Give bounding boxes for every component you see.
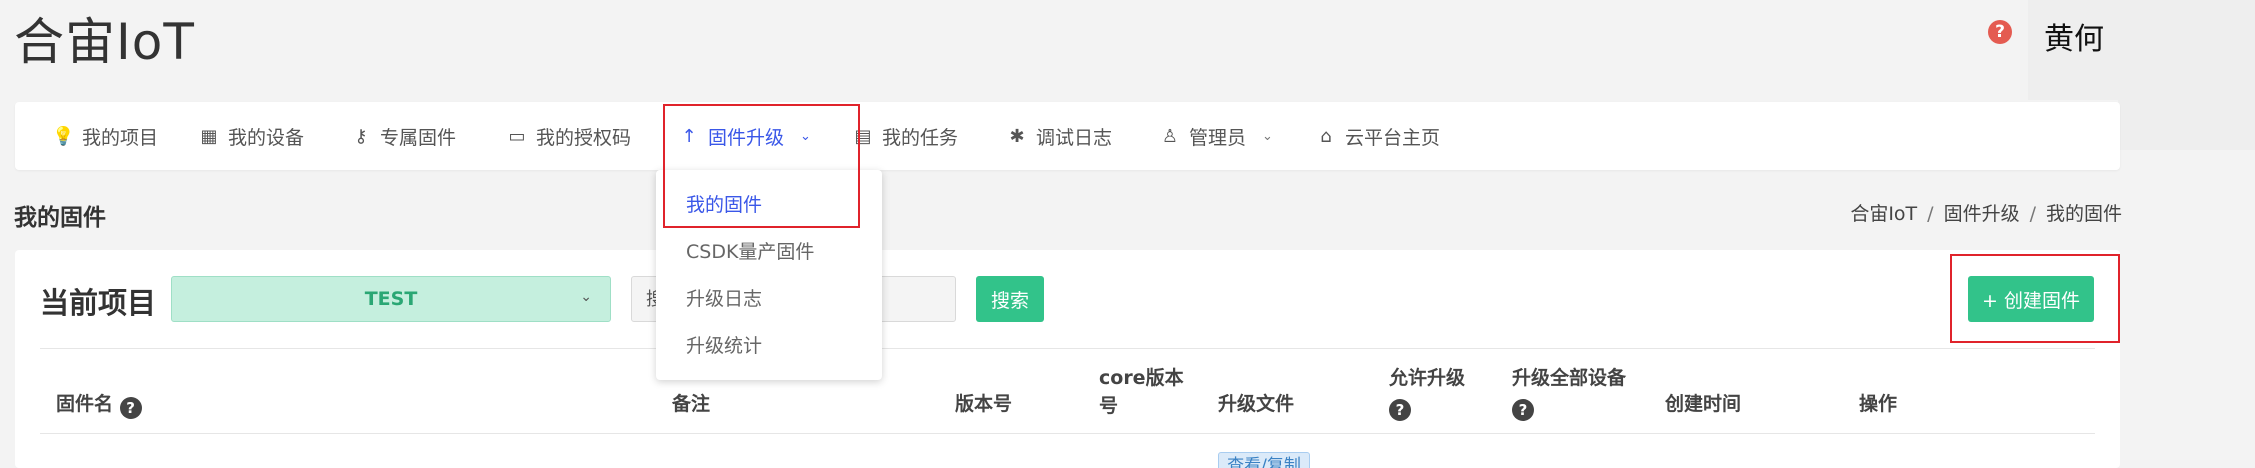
id-card-icon: ▭ [508,125,526,147]
breadcrumb-item-current: 我的固件 [2045,203,2122,225]
header-band [2118,0,2255,150]
nav-item-projects[interactable]: 💡 我的项目 [52,102,158,170]
col-header-version: 版本号 [955,393,1013,415]
breadcrumb-separator: / [1927,203,1934,225]
view-copy-button[interactable]: 查看/复制 [1218,452,1310,468]
dropdown-item-upgrade-stats[interactable]: 升级统计 [686,331,762,358]
key-icon: ⚷ [354,125,368,147]
user-icon: ♙ [1161,125,1179,147]
nav-item-label: 专属固件 [380,126,457,149]
chip-icon: ▦ [200,125,218,147]
question-circle-icon[interactable]: ? [1512,399,1534,421]
page-title: 我的固件 [14,205,106,231]
col-header-upgrade-file: 升级文件 [1218,393,1295,415]
nav-item-cloud-home[interactable]: ⌂ 云平台主页 [1315,102,1440,170]
current-project-label: 当前项目 [40,286,157,320]
project-select[interactable]: TEST ⌄ [171,276,611,322]
nav-item-label: 我的项目 [82,126,159,149]
question-circle-icon[interactable]: ? [1988,20,2012,44]
breadcrumb-item-firmware-upgrade[interactable]: 固件升级 [1944,203,2020,225]
col-header-created-time: 创建时间 [1665,393,1742,415]
col-header-upgrade-all: 升级全部设备 ? [1512,367,1627,421]
chevron-down-icon: ⌄ [1262,128,1273,144]
breadcrumb-separator: / [2029,203,2036,225]
toolbar-divider [40,348,2095,349]
col-header-name: 固件名 ? [56,390,142,419]
nav-item-label: 我的授权码 [536,126,632,149]
table-header-divider [40,433,2095,434]
highlight-box-create [1950,254,2120,343]
dropdown-item-csdk-firmware[interactable]: CSDK量产固件 [686,237,814,264]
col-header-allow-upgrade: 允许升级 ? [1389,367,1466,421]
nav-item-label: 云平台主页 [1345,126,1441,149]
breadcrumb-item-home[interactable]: 合宙IoT [1850,203,1917,225]
nav-item-debug-logs[interactable]: ✱ 调试日志 [1006,102,1112,170]
highlight-box-nav [663,104,860,228]
nav-item-auth-codes[interactable]: ▭ 我的授权码 [506,102,631,170]
col-header-core-version: core版本 号 [1099,367,1184,417]
nav-item-label: 管理员 [1189,126,1247,149]
nav-item-admin[interactable]: ♙ 管理员 ⌄ [1159,102,1273,170]
dropdown-item-upgrade-logs[interactable]: 升级日志 [686,284,762,311]
nav-item-label: 调试日志 [1036,126,1113,149]
chevron-down-icon: ⌄ [580,289,592,305]
nav-item-tasks[interactable]: ▤ 我的任务 [852,102,958,170]
nav-item-label: 我的设备 [228,126,305,149]
question-circle-icon[interactable]: ? [1389,399,1411,421]
project-select-value: TEST [364,288,418,310]
search-button[interactable]: 搜索 [976,276,1044,322]
home-icon: ⌂ [1320,125,1332,147]
user-name[interactable]: 黄何 [2044,14,2104,58]
question-circle-icon[interactable]: ? [119,397,142,419]
top-nav: 💡 我的项目 ▦ 我的设备 ⚷ 专属固件 ▭ 我的授权码 ↑ 固件升级 ⌄ ▤ … [15,102,2120,170]
nav-item-exclusive-firmware[interactable]: ⚷ 专属固件 [350,102,456,170]
col-header-actions: 操作 [1859,393,1898,415]
bug-icon: ✱ [1009,125,1025,147]
app-title: 合宙IoT [14,13,195,71]
nav-item-devices[interactable]: ▦ 我的设备 [198,102,304,170]
nav-item-label: 我的任务 [882,126,959,149]
col-header-note: 备注 [672,393,711,415]
breadcrumb: 合宙IoT / 固件升级 / 我的固件 [1850,199,2122,226]
lightbulb-icon: 💡 [52,125,75,147]
